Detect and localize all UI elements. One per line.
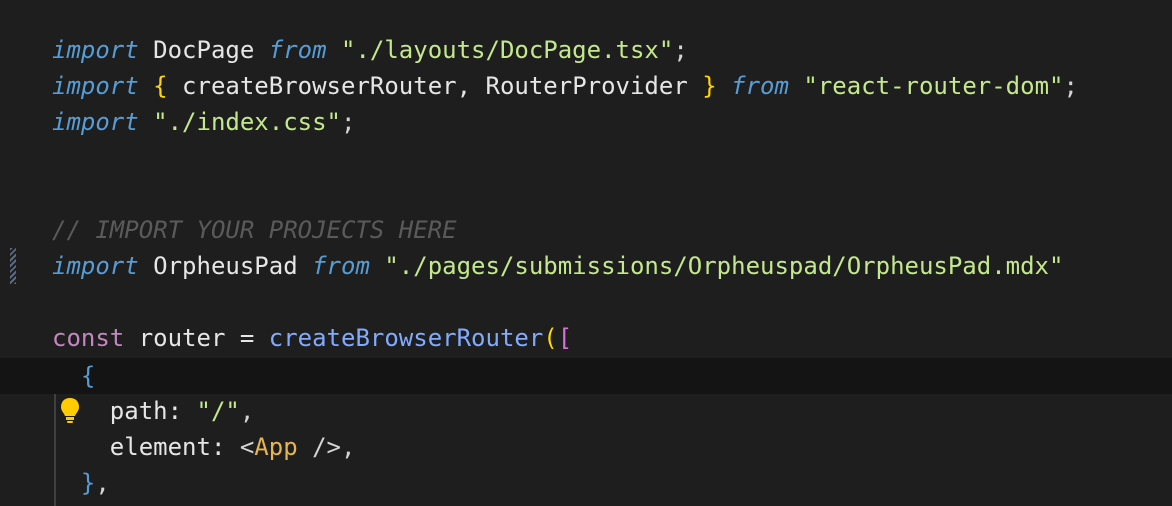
paren-open: ( — [543, 324, 558, 352]
jsx-tag: App — [254, 433, 298, 461]
brace-close: } — [52, 469, 96, 497]
keyword-const: const — [52, 324, 125, 352]
code-editor[interactable]: import DocPage from "./layouts/DocPage.t… — [0, 0, 1172, 506]
code-line-6[interactable]: const router = createBrowserRouter([ — [0, 320, 1172, 356]
keyword-from: from — [268, 36, 327, 64]
string-literal: "react-router-dom" — [788, 72, 1064, 100]
comma: , — [95, 469, 110, 497]
bracket-open: [ — [557, 324, 573, 352]
lightbulb-icon[interactable] — [60, 397, 80, 425]
code-line-7-active[interactable]: { — [0, 358, 1172, 394]
code-line-3[interactable]: import "./index.css"; — [0, 104, 1172, 140]
keyword-from: from — [716, 72, 789, 100]
string-literal: "./layouts/DocPage.tsx" — [326, 36, 674, 64]
property-key: element: — [52, 433, 240, 461]
keyword-import: import — [52, 252, 139, 280]
comma: , — [341, 433, 356, 461]
comma: , — [239, 397, 255, 425]
string-literal: "/" — [196, 397, 240, 425]
string-literal: "./pages/submissions/Orpheuspad/OrpheusP… — [369, 252, 1064, 280]
code-line-5[interactable]: import OrpheusPad from "./pages/submissi… — [0, 248, 1172, 284]
comment: // IMPORT YOUR PROJECTS HERE — [52, 216, 457, 244]
code-comment-line[interactable]: // IMPORT YOUR PROJECTS HERE — [0, 212, 1172, 248]
identifier: DocPage — [138, 36, 269, 64]
keyword-import: import — [52, 36, 139, 64]
identifier-list: createBrowserRouter, RouterProvider — [167, 72, 703, 100]
brace-open: { — [138, 72, 168, 100]
brace-open: { — [52, 362, 96, 390]
code-line-2[interactable]: import { createBrowserRouter, RouterProv… — [0, 68, 1172, 104]
semicolon: ; — [673, 36, 688, 64]
jsx-lt: < — [239, 433, 255, 461]
keyword-import: import — [52, 72, 139, 100]
keyword-from: from — [312, 252, 370, 280]
keyword-import: import — [52, 108, 139, 136]
identifier: router = — [124, 324, 269, 352]
string-literal: "./index.css" — [138, 108, 341, 136]
semicolon: ; — [341, 108, 356, 136]
code-line-8[interactable]: path: "/", — [0, 393, 1172, 429]
identifier: OrpheusPad — [138, 252, 313, 280]
jsx-gt: /> — [297, 433, 342, 461]
code-line-1[interactable]: import DocPage from "./layouts/DocPage.t… — [0, 32, 1172, 68]
brace-close: } — [702, 72, 717, 100]
function-name: createBrowserRouter — [268, 324, 544, 352]
code-line-10[interactable]: }, — [0, 465, 1172, 501]
semicolon: ; — [1063, 72, 1078, 100]
code-line-9[interactable]: element: <App />, — [0, 429, 1172, 465]
